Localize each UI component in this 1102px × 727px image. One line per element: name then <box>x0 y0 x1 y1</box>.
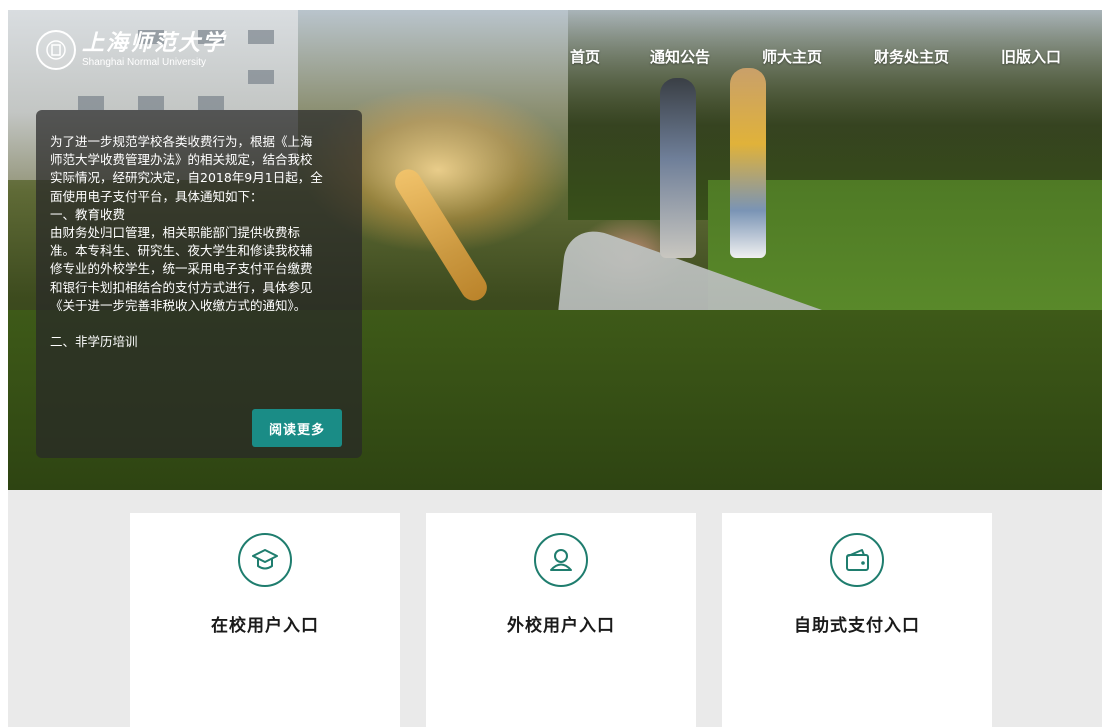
notice-line: 《关于进一步完善非税收入收缴方式的通知》。 <box>50 297 307 313</box>
user-icon <box>534 533 588 587</box>
read-more-button[interactable]: 阅读更多 <box>252 409 342 447</box>
grass-stalk <box>390 164 492 306</box>
notice-line: 为了进一步规范学校各类收费行为，根据《上海 <box>50 134 313 149</box>
notice-line: 由财务处归口管理，相关职能部门提供收费标 <box>50 225 301 241</box>
nav-announcements[interactable]: 通知公告 <box>650 46 710 67</box>
notice-panel: 为了进一步规范学校各类收费行为，根据《上海 师范大学收费管理办法》的相关规定，结… <box>36 110 362 458</box>
entry-label: 在校用户入口 <box>211 616 319 636</box>
entry-card-self-service-payment[interactable]: 自助式支付入口 <box>722 513 992 727</box>
notice-line: 师范大学收费管理办法》的相关规定，结合我校 <box>50 152 313 168</box>
person-right <box>730 68 766 258</box>
wallet-icon <box>830 533 884 587</box>
nav-finance-home[interactable]: 财务处主页 <box>874 46 949 67</box>
notice-line: 一、教育收费 <box>50 206 126 222</box>
notice-line: 面使用电子支付平台，具体通知如下： <box>50 188 263 204</box>
entry-label: 外校用户入口 <box>507 616 615 636</box>
main-nav: 首页 通知公告 师大主页 财务处主页 旧版入口 <box>0 46 1102 66</box>
entry-label: 自助式支付入口 <box>794 616 920 636</box>
notice-section-heading: 二、非学历培训 <box>50 334 138 350</box>
nav-university-home[interactable]: 师大主页 <box>762 46 822 67</box>
graduation-cap-icon <box>238 533 292 587</box>
nav-home[interactable]: 首页 <box>570 46 600 67</box>
notice-line: 修专业的外校学生，统一采用电子支付平台缴费 <box>50 261 313 277</box>
entry-card-external-user[interactable]: 外校用户入口 <box>426 513 696 727</box>
notice-line: 准。本专科生、研究生、夜大学生和修读我校辅 <box>50 243 313 259</box>
nav-legacy-entry[interactable]: 旧版入口 <box>1001 46 1061 67</box>
person-left <box>660 78 696 258</box>
notice-line: 实际情况，经研究决定，自2018年9月1日起，全 <box>50 170 323 186</box>
notice-line: 和银行卡划扣相结合的支付方式进行，具体参见 <box>50 279 313 295</box>
notice-text: 为了进一步规范学校各类收费行为，根据《上海 师范大学收费管理办法》的相关规定，结… <box>50 133 350 383</box>
entry-card-campus-user[interactable]: 在校用户入口 <box>130 513 400 727</box>
